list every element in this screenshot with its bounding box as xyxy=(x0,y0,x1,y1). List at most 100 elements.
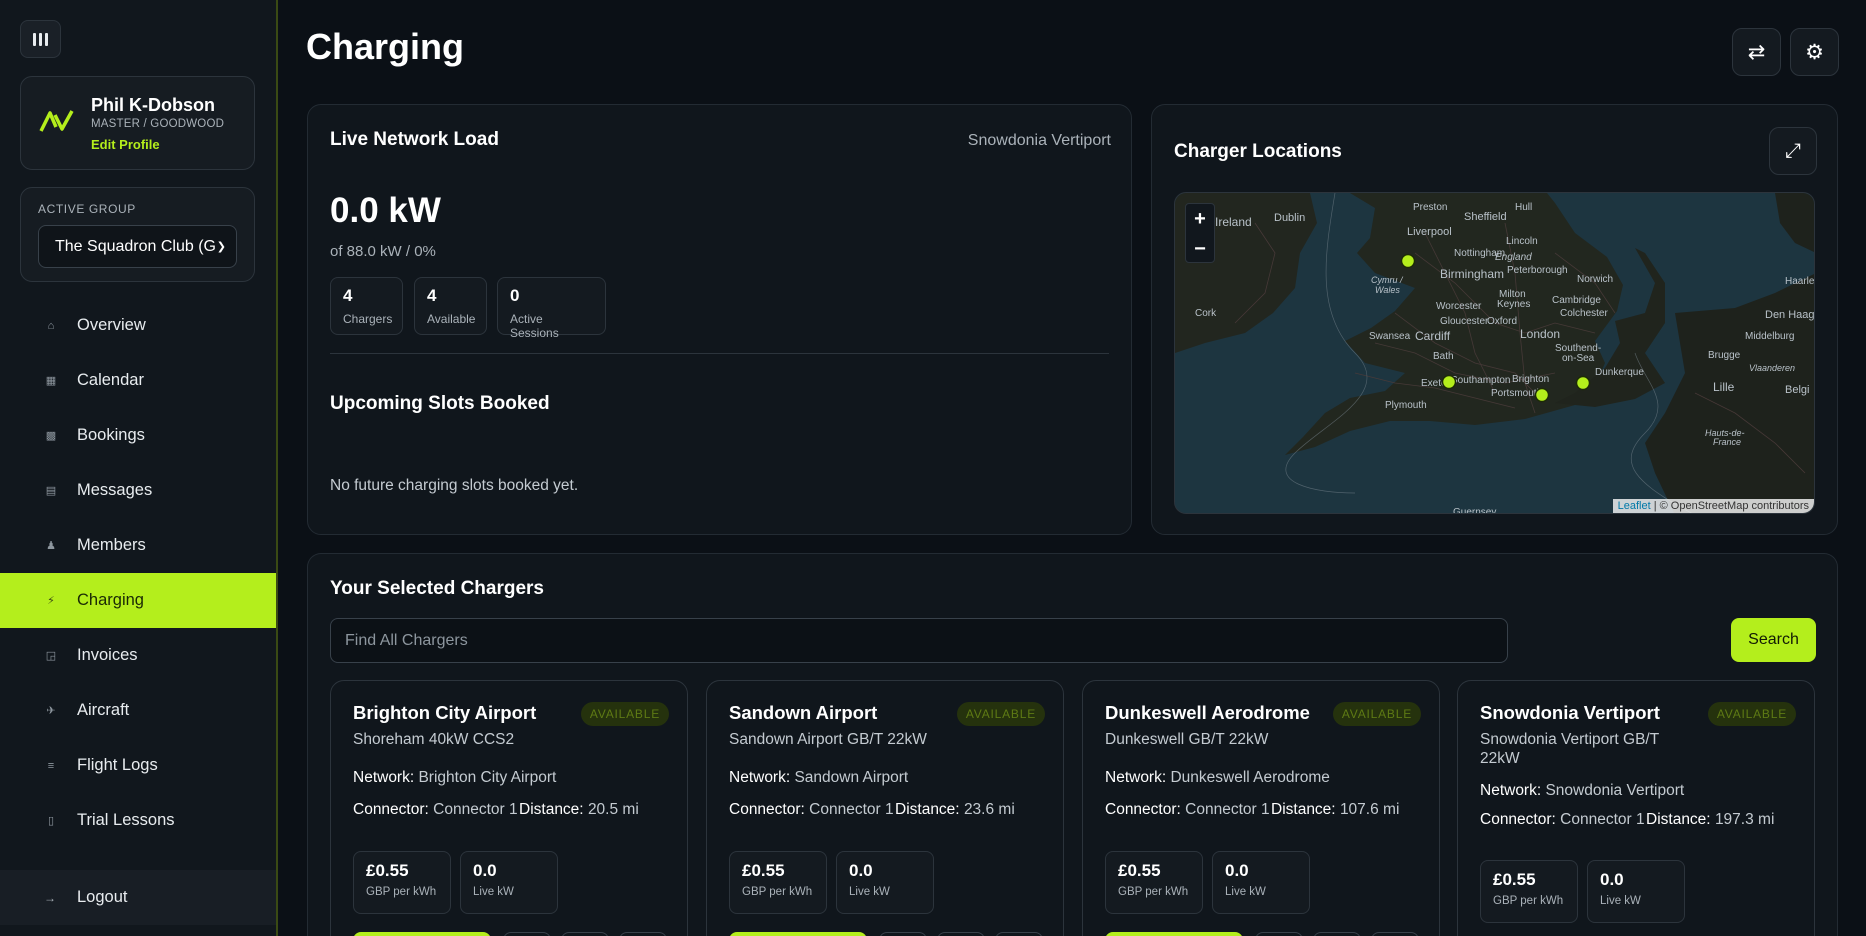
book-button[interactable] xyxy=(1105,932,1243,936)
sidebar-item-flight-logs[interactable]: ≡ Flight Logs xyxy=(0,738,276,793)
svg-text:Preston: Preston xyxy=(1413,202,1447,213)
distance-label: Distance: xyxy=(895,801,960,818)
connector-label: Connector: xyxy=(1480,811,1556,828)
charger-card[interactable]: Brighton City Airport AVAILABLE Shoreham… xyxy=(330,680,688,936)
svg-text:Portsmouth: Portsmouth xyxy=(1491,388,1542,399)
svg-text:Plymouth: Plymouth xyxy=(1385,400,1427,411)
leaflet-link[interactable]: Leaflet xyxy=(1618,500,1651,512)
svg-text:Norwich: Norwich xyxy=(1577,274,1613,285)
charger-search-input[interactable]: Find All Chargers xyxy=(330,618,1508,663)
sidebar-item-label: Bookings xyxy=(77,426,145,444)
charger-locations-panel: Charger Locations ⤢ Ireland Dublin Prest… xyxy=(1151,104,1838,535)
live-kw-label: Live kW xyxy=(1225,886,1266,898)
distance-value: 20.5 mi xyxy=(587,801,639,818)
live-kw-box: 0.0 Live kW xyxy=(460,851,558,914)
sidebar-item-invoices[interactable]: ◲ Invoices xyxy=(0,628,276,683)
status-badge: AVAILABLE xyxy=(580,702,669,726)
sidebar-item-bookings[interactable]: ▩ Bookings xyxy=(0,408,276,463)
connector-value: Connector 1 xyxy=(433,801,518,818)
charger-model: Snowdonia Vertiport GB/T 22kW xyxy=(1480,731,1659,767)
charger-locations-title: Charger Locations xyxy=(1174,141,1342,162)
sidebar-item-label: Trial Lessons xyxy=(77,811,175,829)
members-icon: ♟ xyxy=(46,540,56,552)
sidebar-item-charging[interactable]: ⚡ Charging xyxy=(0,573,276,628)
sidebar-item-aircraft[interactable]: ✈ Aircraft xyxy=(0,683,276,738)
price-label: GBP per kWh xyxy=(366,886,437,898)
search-button[interactable]: Search xyxy=(1731,618,1816,662)
svg-text:Brugge: Brugge xyxy=(1708,350,1741,361)
zoom-out-button[interactable]: − xyxy=(1186,234,1214,264)
active-group-value: The Squadron Club (G xyxy=(55,237,216,255)
charging-icon: ⚡ xyxy=(47,595,55,607)
svg-text:Lille: Lille xyxy=(1713,380,1735,394)
svg-text:on-Sea: on-Sea xyxy=(1562,353,1595,364)
book-button[interactable] xyxy=(353,932,491,936)
charger-card[interactable]: Dunkeswell Aerodrome AVAILABLE Dunkeswel… xyxy=(1082,680,1440,936)
svg-text:Dublin: Dublin xyxy=(1274,212,1305,224)
price-label: GBP per kWh xyxy=(742,886,813,898)
price-box: £0.55 GBP per kWh xyxy=(1105,851,1203,914)
connector-label: Connector: xyxy=(353,801,429,818)
list-icon: ≡ xyxy=(47,759,55,772)
map-zoom-controls: + − xyxy=(1185,203,1215,263)
price-label: GBP per kWh xyxy=(1118,886,1189,898)
sidebar-item-calendar[interactable]: ▦ Calendar xyxy=(0,353,276,408)
action-button[interactable] xyxy=(619,932,667,936)
no-slots-message: No future charging slots booked yet. xyxy=(330,477,579,494)
sidebar-item-trial-lessons[interactable]: ▯ Trial Lessons xyxy=(0,793,276,848)
svg-text:Den Haag: Den Haag xyxy=(1765,309,1815,321)
charger-connector: Connector: Connector 1 xyxy=(353,801,518,819)
plane-icon: ✈ xyxy=(46,705,56,717)
svg-text:Gloucester: Gloucester xyxy=(1440,316,1489,327)
charger-model: Dunkeswell GB/T 22kW xyxy=(1105,731,1269,748)
load-capacity: of 88.0 kW / 0% xyxy=(330,243,436,260)
sidebar-item-label: Invoices xyxy=(77,646,138,664)
menu-toggle-button[interactable] xyxy=(20,20,61,58)
stat-value: 0 xyxy=(510,286,520,305)
charger-network: Network: Sandown Airport xyxy=(729,769,908,787)
charger-distance: Distance: 20.5 mi xyxy=(519,801,639,819)
profile-role: MASTER / GOODWOOD xyxy=(91,118,225,130)
book-button[interactable] xyxy=(729,932,867,936)
sidebar-item-members[interactable]: ♟ Members xyxy=(0,518,276,573)
map[interactable]: Ireland Dublin Preston Sheffield Hull Li… xyxy=(1174,192,1815,514)
logout-button[interactable]: → Logout xyxy=(0,870,276,925)
settings-button[interactable]: ⚙ xyxy=(1790,28,1839,76)
price-box: £0.55 GBP per kWh xyxy=(353,851,451,914)
network-label: Network: xyxy=(729,769,791,786)
live-kw-value: 0.0 xyxy=(849,861,873,880)
sidebar-item-messages[interactable]: ▤ Messages xyxy=(0,463,276,518)
arrow-right-icon: → xyxy=(44,890,56,905)
action-button[interactable] xyxy=(503,932,551,936)
action-button[interactable] xyxy=(1371,932,1419,936)
zoom-in-button[interactable]: + xyxy=(1186,204,1214,234)
price-box: £0.55 GBP per kWh xyxy=(1480,860,1578,923)
svg-text:London: London xyxy=(1520,327,1560,341)
status-badge: AVAILABLE xyxy=(1332,702,1421,726)
stat-label: Available xyxy=(427,312,476,326)
charger-card[interactable]: Sandown Airport AVAILABLE Sandown Airpor… xyxy=(706,680,1064,936)
svg-text:Southampton: Southampton xyxy=(1451,375,1511,386)
charger-network: Network: Brighton City Airport xyxy=(353,769,556,787)
action-button[interactable] xyxy=(879,932,927,936)
switch-button[interactable]: ⇄ xyxy=(1732,28,1781,76)
edit-profile-link[interactable]: Edit Profile xyxy=(91,137,160,152)
expand-map-button[interactable]: ⤢ xyxy=(1769,127,1817,175)
action-button[interactable] xyxy=(1313,932,1361,936)
svg-text:Cambridge: Cambridge xyxy=(1552,295,1601,306)
distance-value: 23.6 mi xyxy=(963,801,1015,818)
distance-label: Distance: xyxy=(519,801,584,818)
action-button[interactable] xyxy=(1255,932,1303,936)
charger-card[interactable]: Snowdonia Vertiport AVAILABLE Snowdonia … xyxy=(1457,680,1815,936)
svg-text:Hull: Hull xyxy=(1515,202,1532,213)
live-kw-label: Live kW xyxy=(1600,895,1641,907)
svg-text:Colchester: Colchester xyxy=(1560,308,1608,319)
sidebar-item-overview[interactable]: ⌂ Overview xyxy=(0,298,276,353)
action-button[interactable] xyxy=(995,932,1043,936)
network-value: Brighton City Airport xyxy=(418,769,557,786)
stat-value: 4 xyxy=(427,286,437,305)
expand-icon: ⤢ xyxy=(1785,139,1801,162)
active-group-select[interactable]: The Squadron Club (G ❯ xyxy=(38,225,237,268)
action-button[interactable] xyxy=(937,932,985,936)
action-button[interactable] xyxy=(561,932,609,936)
